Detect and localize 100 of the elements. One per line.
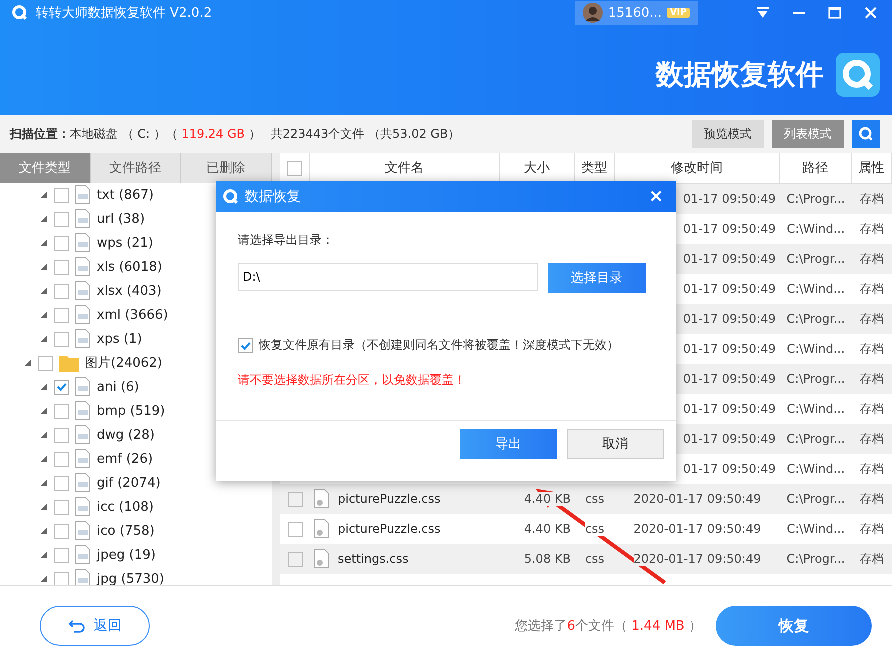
recover-button[interactable]: 恢复: [716, 606, 872, 646]
tree-item-label[interactable]: 图片(24062): [85, 354, 162, 372]
select-all-checkbox[interactable]: [287, 160, 302, 176]
tree-item-label[interactable]: xls (6018): [97, 260, 162, 274]
checkbox[interactable]: [54, 452, 69, 466]
expand-arrow-icon[interactable]: [40, 551, 48, 559]
expand-arrow-icon[interactable]: [40, 263, 48, 271]
tree-item-label[interactable]: bmp (519): [97, 404, 166, 418]
table-cell: 5.08 KB: [524, 552, 571, 566]
path-field[interactable]: D:\: [238, 263, 538, 291]
category-tab[interactable]: 文件路径: [90, 153, 182, 183]
checkbox-label[interactable]: 恢复文件原有目录（不创建则同名文件将被覆盖！深度模式下无效）: [259, 337, 619, 354]
row-checkbox[interactable]: [288, 522, 302, 536]
user-name: 15160...: [608, 6, 662, 20]
cancel-button[interactable]: 取消: [567, 429, 664, 459]
expand-arrow-icon[interactable]: [40, 191, 48, 199]
table-cell: 存档: [860, 550, 884, 568]
tree-item-label[interactable]: url (38): [97, 212, 146, 226]
checkbox[interactable]: [54, 476, 69, 490]
table-cell: 4.40 KB: [524, 492, 571, 506]
checkbox[interactable]: [54, 236, 69, 250]
row-checkbox[interactable]: [288, 552, 302, 566]
expand-arrow-icon[interactable]: [40, 527, 48, 535]
tree-item-label[interactable]: dwg (28): [97, 428, 155, 442]
table-cell: 2020-01-17 09:50:49: [634, 492, 762, 506]
file-icon: [75, 497, 91, 517]
expand-arrow-icon[interactable]: [40, 287, 48, 295]
checkbox[interactable]: [54, 212, 69, 226]
checkbox[interactable]: [54, 524, 69, 538]
table-cell: 存档: [860, 490, 884, 508]
expand-arrow-icon[interactable]: [24, 359, 32, 367]
folder-icon: [59, 354, 79, 372]
file-icon: [75, 257, 91, 277]
search-icon: [858, 126, 874, 142]
expand-arrow-icon[interactable]: [40, 431, 48, 439]
table-cell: 01-17 09:50:49: [683, 432, 776, 446]
tree-item-label[interactable]: gif (2074): [97, 476, 161, 490]
file-icon: [75, 449, 91, 469]
expand-arrow-icon[interactable]: [40, 311, 48, 319]
table-cell: 存档: [860, 280, 884, 298]
return-arrow-icon: [68, 619, 86, 633]
tree-item-label[interactable]: wps (21): [97, 236, 154, 250]
expand-arrow-icon[interactable]: [40, 335, 48, 343]
column-header[interactable]: 属性: [852, 153, 892, 183]
table-cell: 01-17 09:50:49: [683, 462, 776, 476]
close-icon[interactable]: [864, 6, 878, 20]
tree-item-label[interactable]: jpg (5730): [97, 572, 164, 585]
expand-arrow-icon[interactable]: [40, 455, 48, 463]
checkbox[interactable]: [54, 572, 69, 585]
checkbox[interactable]: [54, 284, 69, 298]
view-mode-button[interactable]: 预览模式: [692, 120, 764, 148]
tree-item-label[interactable]: icc (108): [97, 500, 154, 514]
checkbox[interactable]: [54, 308, 69, 322]
expand-arrow-icon[interactable]: [40, 215, 48, 223]
checkbox[interactable]: [54, 500, 69, 514]
tree-item-label[interactable]: xps (1): [97, 332, 142, 346]
tree-item-label[interactable]: emf (26): [97, 452, 154, 466]
browse-button[interactable]: 选择目录: [548, 263, 646, 293]
expand-arrow-icon[interactable]: [40, 479, 48, 487]
export-button[interactable]: 导出: [460, 429, 557, 459]
table-cell: 01-17 09:50:49: [683, 192, 776, 206]
tree-item-label[interactable]: ani (6): [97, 380, 140, 394]
checkbox[interactable]: [54, 380, 69, 394]
close-button[interactable]: ×: [636, 186, 676, 207]
file-icon: [75, 401, 91, 421]
search-button[interactable]: [852, 120, 880, 148]
tree-item-label[interactable]: xlsx (403): [97, 284, 162, 298]
expand-arrow-icon[interactable]: [40, 575, 48, 583]
table-cell: C:\Wind...: [786, 282, 846, 296]
checkbox[interactable]: [54, 404, 69, 418]
tree-item-label[interactable]: ico (758): [97, 524, 155, 538]
checkbox[interactable]: [54, 548, 69, 562]
table-cell: 01-17 09:50:49: [683, 402, 776, 416]
table-cell: C:\Wind...: [786, 402, 846, 416]
row-checkbox[interactable]: [288, 492, 302, 506]
expand-arrow-icon[interactable]: [40, 503, 48, 511]
tree-item-label[interactable]: xml (3666): [97, 308, 168, 322]
expand-arrow-icon[interactable]: [40, 383, 48, 391]
column-header[interactable]: 路径: [780, 153, 852, 183]
expand-arrow-icon[interactable]: [40, 239, 48, 247]
file-total: 共223443个文件 （共53.02 GB）: [270, 126, 460, 142]
tree-item-label[interactable]: jpeg (19): [97, 548, 156, 562]
table-cell: 01-17 09:50:49: [683, 252, 776, 266]
file-icon: [75, 305, 91, 325]
back-button[interactable]: 返回: [40, 606, 150, 646]
checkbox[interactable]: [54, 260, 69, 274]
checkbox[interactable]: [54, 188, 69, 202]
maximize-icon[interactable]: [828, 6, 842, 20]
expand-arrow-icon[interactable]: [40, 407, 48, 415]
table-cell: C:\Progr...: [786, 492, 846, 506]
checkbox[interactable]: [54, 332, 69, 346]
tree-item-label[interactable]: txt (867): [97, 188, 154, 202]
checkbox[interactable]: [38, 356, 53, 370]
category-tab[interactable]: 已删除: [181, 153, 272, 183]
menu-icon[interactable]: [756, 6, 770, 20]
scan-summary: 扫描位置：本地磁盘 （ C: ）（ 119.24 GB ）: [10, 126, 261, 142]
checkbox[interactable]: [238, 338, 253, 353]
table-cell: 01-17 09:50:49: [683, 282, 776, 296]
checkbox[interactable]: [54, 428, 69, 442]
file-icon: [314, 489, 330, 509]
